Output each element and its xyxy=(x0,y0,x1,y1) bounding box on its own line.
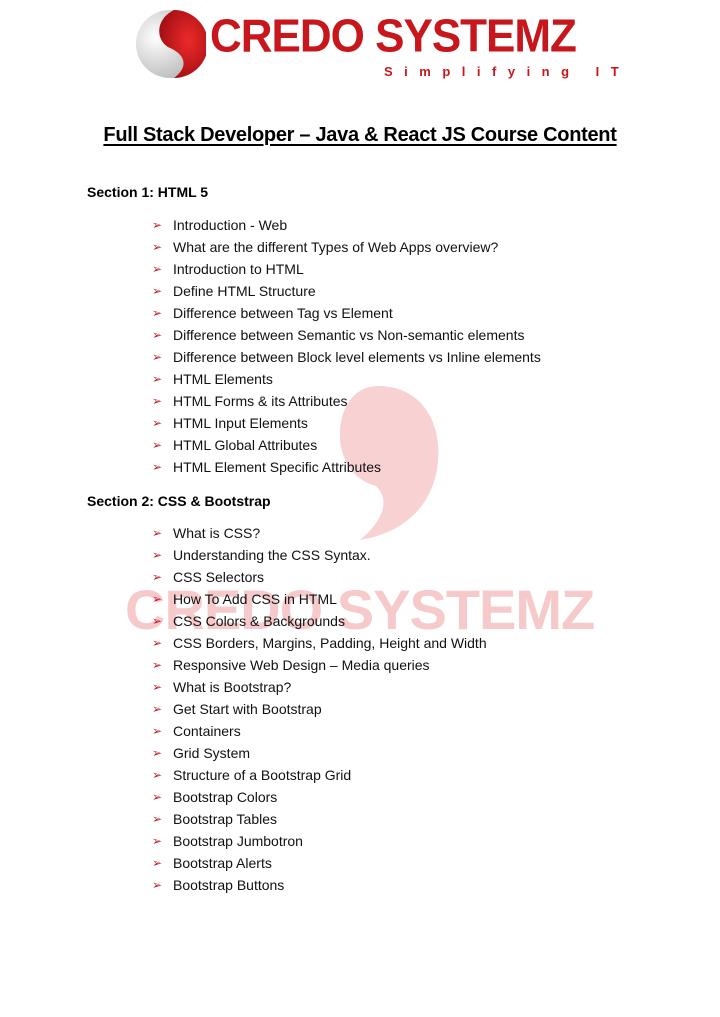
topic-label: Bootstrap Buttons xyxy=(173,877,285,893)
arrowhead-right-icon: ➢ xyxy=(152,218,163,232)
arrowhead-right-icon: ➢ xyxy=(152,702,163,716)
topic-label: Bootstrap Tables xyxy=(173,811,278,827)
arrowhead-right-icon: ➢ xyxy=(152,262,163,276)
topic-item: ➢ CSS Selectors xyxy=(152,566,487,588)
topic-item: ➢ Bootstrap Tables xyxy=(152,808,487,830)
topic-item: ➢ HTML Input Elements xyxy=(152,412,541,434)
arrowhead-right-icon: ➢ xyxy=(152,350,163,364)
arrowhead-right-icon: ➢ xyxy=(152,856,163,870)
topic-label: HTML Input Elements xyxy=(173,415,308,431)
topic-label: What is Bootstrap? xyxy=(173,679,292,695)
topic-item: ➢ Bootstrap Colors xyxy=(152,786,487,808)
arrowhead-right-icon: ➢ xyxy=(152,570,163,584)
topic-label: Bootstrap Jumbotron xyxy=(173,833,303,849)
brand-tagline: Simplifying IT xyxy=(384,64,631,79)
topic-list: ➢ Introduction - Web ➢ What are the differe… xyxy=(152,214,541,478)
arrowhead-right-icon: ➢ xyxy=(152,614,163,628)
topic-label: Get Start with Bootstrap xyxy=(173,701,322,717)
arrowhead-right-icon: ➢ xyxy=(152,438,163,452)
topic-label: Containers xyxy=(173,723,241,739)
topic-item: ➢ Get Start with Bootstrap xyxy=(152,698,487,720)
logo-sphere-icon xyxy=(136,10,206,78)
brand-name: CREDO SYSTEMZ xyxy=(210,10,577,63)
arrowhead-right-icon: ➢ xyxy=(152,768,163,782)
topic-label: What are the different Types of Web Apps… xyxy=(173,239,499,255)
topic-item: ➢ Containers xyxy=(152,720,487,742)
brand-logo: CREDO SYSTEMZ Simplifying IT xyxy=(134,6,619,86)
topic-item: ➢ Bootstrap Jumbotron xyxy=(152,830,487,852)
arrowhead-right-icon: ➢ xyxy=(152,790,163,804)
section-title: Section 2: CSS & Bootstrap xyxy=(87,493,271,509)
topic-list: ➢ What is CSS? ➢ Understanding the CSS Synt… xyxy=(152,522,487,896)
topic-label: Difference between Block level elements … xyxy=(173,349,541,365)
arrowhead-right-icon: ➢ xyxy=(152,460,163,474)
topic-label: Grid System xyxy=(173,745,251,761)
arrowhead-right-icon: ➢ xyxy=(152,526,163,540)
arrowhead-right-icon: ➢ xyxy=(152,680,163,694)
topic-label: Difference between Semantic vs Non-seman… xyxy=(173,327,525,343)
topic-item: ➢ Grid System xyxy=(152,742,487,764)
topic-item: ➢ What are the different Types of Web App… xyxy=(152,236,541,258)
arrowhead-right-icon: ➢ xyxy=(152,746,163,760)
topic-label: Responsive Web Design – Media queries xyxy=(173,657,430,673)
arrowhead-right-icon: ➢ xyxy=(152,284,163,298)
topic-item: ➢ How To Add CSS in HTML xyxy=(152,588,487,610)
topic-label: CSS Colors & Backgrounds xyxy=(173,613,345,629)
document-title: Full Stack Developer – Java & React JS C… xyxy=(103,124,617,146)
arrowhead-right-icon: ➢ xyxy=(152,834,163,848)
topic-label: HTML Elements xyxy=(173,371,273,387)
arrowhead-right-icon: ➢ xyxy=(152,372,163,386)
topic-item: ➢ HTML Forms & its Attributes xyxy=(152,390,541,412)
topic-item: ➢ What is CSS? xyxy=(152,522,487,544)
topic-label: Structure of a Bootstrap Grid xyxy=(173,767,352,783)
topic-item: ➢ Introduction - Web xyxy=(152,214,541,236)
topic-item: ➢ Define HTML Structure xyxy=(152,280,541,302)
arrowhead-right-icon: ➢ xyxy=(152,306,163,320)
topic-item: ➢ Introduction to HTML xyxy=(152,258,541,280)
topic-label: Bootstrap Alerts xyxy=(173,855,272,871)
topic-item: ➢ Understanding the CSS Syntax. xyxy=(152,544,487,566)
topic-label: Understanding the CSS Syntax. xyxy=(173,547,371,563)
topic-item: ➢ Difference between Semantic vs Non-sema… xyxy=(152,324,541,346)
section-title: Section 1: HTML 5 xyxy=(87,184,209,200)
topic-item: ➢ Bootstrap Alerts xyxy=(152,852,487,874)
topic-item: ➢ CSS Borders, Margins, Padding, Height a… xyxy=(152,632,487,654)
topic-item: ➢ HTML Global Attributes xyxy=(152,434,541,456)
topic-item: ➢ HTML Elements xyxy=(152,368,541,390)
topic-label: Introduction to HTML xyxy=(173,261,304,277)
topic-label: Difference between Tag vs Element xyxy=(173,305,393,321)
topic-label: How To Add CSS in HTML xyxy=(173,591,337,607)
topic-label: CSS Selectors xyxy=(173,569,265,585)
arrowhead-right-icon: ➢ xyxy=(152,416,163,430)
arrowhead-right-icon: ➢ xyxy=(152,240,163,254)
topic-label: What is CSS? xyxy=(173,525,261,541)
topic-item: ➢ Bootstrap Buttons xyxy=(152,874,487,896)
topic-label: HTML Element Specific Attributes xyxy=(173,459,382,475)
topic-item: ➢ CSS Colors & Backgrounds xyxy=(152,610,487,632)
section-css-bootstrap: Section 2: CSS & Bootstrap ➢ What is CSS?… xyxy=(87,490,487,896)
topic-label: Bootstrap Colors xyxy=(173,789,278,805)
topic-item: ➢ Responsive Web Design – Media queries xyxy=(152,654,487,676)
topic-item: ➢ Structure of a Bootstrap Grid xyxy=(152,764,487,786)
topic-label: Define HTML Structure xyxy=(173,283,316,299)
topic-label: HTML Forms & its Attributes xyxy=(173,393,348,409)
topic-item: ➢ Difference between Tag vs Element xyxy=(152,302,541,324)
topic-item: ➢ HTML Element Specific Attributes xyxy=(152,456,541,478)
arrowhead-right-icon: ➢ xyxy=(152,812,163,826)
topic-item: ➢ Difference between Block level elements… xyxy=(152,346,541,368)
topic-label: HTML Global Attributes xyxy=(173,437,318,453)
arrowhead-right-icon: ➢ xyxy=(152,658,163,672)
arrowhead-right-icon: ➢ xyxy=(152,394,163,408)
arrowhead-right-icon: ➢ xyxy=(152,592,163,606)
arrowhead-right-icon: ➢ xyxy=(152,548,163,562)
arrowhead-right-icon: ➢ xyxy=(152,724,163,738)
topic-item: ➢ What is Bootstrap? xyxy=(152,676,487,698)
topic-label: Introduction - Web xyxy=(173,217,288,233)
arrowhead-right-icon: ➢ xyxy=(152,328,163,342)
section-html5: Section 1: HTML 5 ➢ Introduction - Web ➢ Wh… xyxy=(87,181,541,478)
arrowhead-right-icon: ➢ xyxy=(152,878,163,892)
topic-label: CSS Borders, Margins, Padding, Height an… xyxy=(173,635,487,651)
arrowhead-right-icon: ➢ xyxy=(152,636,163,650)
